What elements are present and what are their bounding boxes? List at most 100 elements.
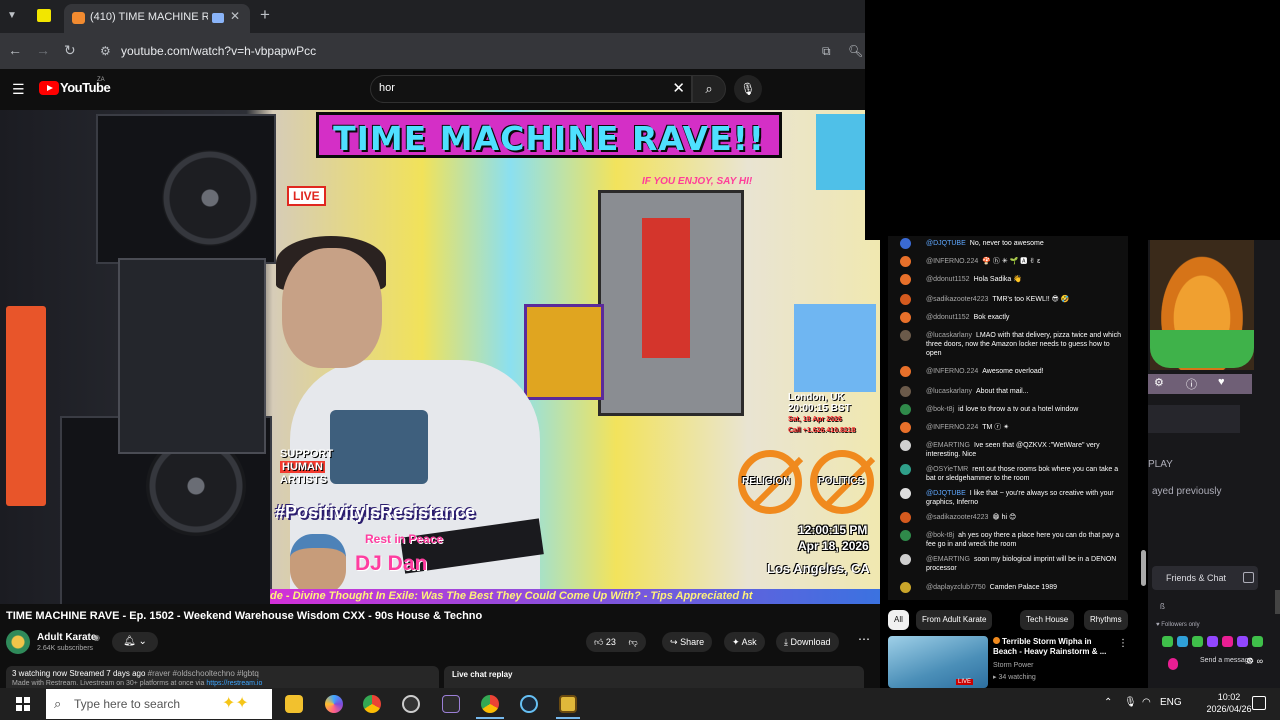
chat-avatar[interactable] bbox=[900, 274, 911, 285]
chip-all[interactable]: All bbox=[888, 610, 909, 630]
file-explorer-icon[interactable] bbox=[285, 695, 303, 713]
chat-avatar[interactable] bbox=[900, 256, 911, 267]
send-message-input[interactable]: Send a message ⚙ ∞ bbox=[1162, 654, 1272, 674]
chat-avatar[interactable] bbox=[900, 530, 911, 541]
restream-link[interactable]: https://restream.io bbox=[206, 680, 262, 687]
info-icon[interactable]: ⓘ bbox=[1186, 376, 1197, 392]
chat-username[interactable]: @sadikazooter4223 bbox=[926, 296, 988, 303]
chat-username[interactable]: @DJQTUBE bbox=[926, 490, 966, 497]
wifi-icon[interactable]: ◠ bbox=[1142, 697, 1151, 708]
chat-avatar[interactable] bbox=[900, 440, 911, 451]
recommended-channel[interactable]: Storm Power bbox=[993, 662, 1033, 669]
video-player[interactable]: TIME MACHINE RAVE!! LIVE IF YOU ENJOY, S… bbox=[0, 110, 880, 604]
gear-icon[interactable]: ⚙ bbox=[1154, 376, 1164, 389]
chat-scroll-thumb[interactable] bbox=[1141, 550, 1146, 586]
friends-chat-button[interactable]: Friends & Chat bbox=[1152, 566, 1258, 590]
description-box[interactable]: 3 watching now Streamed 7 days ago #rave… bbox=[6, 666, 439, 688]
chrome-active-icon[interactable] bbox=[481, 695, 499, 713]
back-arrow-icon[interactable]: ← bbox=[8, 42, 22, 58]
chip-tech-house[interactable]: Tech House bbox=[1020, 610, 1075, 630]
chat-avatar[interactable] bbox=[900, 464, 911, 475]
live-chat-list[interactable]: @DJQTUBE No, never too awesome @INFERNO.22… bbox=[888, 236, 1128, 600]
chat-username[interactable]: @EMARTING bbox=[926, 556, 970, 563]
voice-search-icon[interactable]: 🎙︎ bbox=[734, 75, 762, 103]
chat-settings-icon[interactable]: ⚙ ∞ bbox=[1246, 656, 1263, 667]
live-chat-replay-header[interactable]: Live chat replay bbox=[444, 666, 864, 688]
channel-name[interactable]: Adult Karate bbox=[37, 632, 96, 643]
chat-avatar[interactable] bbox=[900, 554, 911, 565]
chat-avatar[interactable] bbox=[900, 294, 911, 305]
emote-icon[interactable] bbox=[1207, 636, 1218, 647]
language-indicator[interactable]: ENG bbox=[1160, 697, 1182, 708]
chat-username[interactable]: @daplayzclub7750 bbox=[926, 584, 986, 591]
chat-username[interactable]: @bok-t8j bbox=[926, 406, 954, 413]
chat-avatar[interactable] bbox=[900, 488, 911, 499]
chat-username[interactable]: @DJQTUBE bbox=[926, 240, 966, 247]
chat-username[interactable]: @lucaskarlany bbox=[926, 388, 972, 395]
show-hidden-icons[interactable]: ⌃ bbox=[1104, 697, 1112, 708]
recommended-more-icon[interactable]: ⋮ bbox=[1118, 638, 1128, 649]
clock[interactable]: 10:02 2026/04/26 bbox=[1198, 691, 1260, 715]
emote-icon[interactable] bbox=[1237, 636, 1248, 647]
chat-avatar[interactable] bbox=[900, 582, 911, 593]
site-info-icon[interactable]: ⚙ bbox=[100, 44, 111, 58]
chat-avatar[interactable] bbox=[900, 404, 911, 415]
emote-icon[interactable] bbox=[1222, 636, 1233, 647]
like-button[interactable]: 👍︎ 23 👎︎ bbox=[586, 632, 646, 652]
notification-icon[interactable] bbox=[1252, 696, 1266, 710]
photos-icon[interactable] bbox=[325, 695, 343, 713]
window-scrollbar[interactable] bbox=[1275, 590, 1280, 614]
url-field[interactable]: ⚙ youtube.com/watch?v=h-vbpapwPcc ⧉ 🔍︎ bbox=[94, 38, 864, 64]
emote-icon[interactable] bbox=[1252, 636, 1263, 647]
folder-tab-icon[interactable] bbox=[37, 9, 51, 22]
tab-search-chevron-icon[interactable]: ▼ bbox=[4, 8, 20, 24]
tab-close-icon[interactable]: ✕ bbox=[230, 9, 240, 23]
more-actions-icon[interactable]: ⋯ bbox=[858, 632, 870, 646]
chat-username[interactable]: @ddonut1152 bbox=[926, 276, 970, 283]
microphone-tray-icon[interactable]: 🎙︎ bbox=[1124, 697, 1137, 708]
chat-username[interactable]: @OSYieTMR bbox=[926, 466, 968, 473]
desc-tags[interactable]: #raver #oldschooltechno #lgbtq bbox=[148, 669, 259, 678]
ask-button[interactable]: ✦ Ask bbox=[724, 632, 765, 652]
chat-username[interactable]: @INFERNO.224 bbox=[926, 424, 978, 431]
chat-username[interactable]: @INFERNO.224 bbox=[926, 368, 978, 375]
tab-youtube[interactable]: (410) TIME MACHINE RAVE ✕ bbox=[64, 4, 250, 33]
zoom-icon[interactable]: 🔍︎ bbox=[848, 44, 863, 58]
thumbs-down-icon[interactable]: 👎︎ bbox=[628, 637, 637, 647]
new-tab-button[interactable]: + bbox=[260, 5, 270, 25]
chat-avatar[interactable] bbox=[900, 312, 911, 323]
chat-avatar[interactable] bbox=[900, 330, 911, 341]
chat-avatar[interactable] bbox=[900, 422, 911, 433]
chat-username[interactable]: @lucaskarlany bbox=[926, 332, 972, 339]
emote-icon[interactable] bbox=[1162, 636, 1173, 647]
steam-icon[interactable] bbox=[520, 695, 538, 713]
channel-avatar[interactable] bbox=[6, 630, 30, 654]
obs-icon[interactable] bbox=[402, 695, 420, 713]
chat-username[interactable]: @INFERNO.224 bbox=[926, 258, 978, 265]
chat-avatar[interactable] bbox=[900, 366, 911, 377]
search-button[interactable]: ⌕ bbox=[692, 75, 726, 103]
microphone-icon[interactable] bbox=[1168, 658, 1178, 670]
forward-arrow-icon[interactable]: → bbox=[36, 42, 50, 58]
emote-icon[interactable] bbox=[1177, 636, 1188, 647]
chip-rhythms[interactable]: Rhythms bbox=[1084, 610, 1128, 630]
download-button[interactable]: ⤓ Download bbox=[776, 632, 839, 652]
chat-username[interactable]: @EMARTING bbox=[926, 442, 970, 449]
chat-avatar[interactable] bbox=[900, 238, 911, 249]
emote-icon[interactable] bbox=[1192, 636, 1203, 647]
chrome-icon[interactable] bbox=[363, 695, 381, 713]
youtube-logo-icon[interactable] bbox=[39, 81, 59, 95]
reload-icon[interactable]: ↻ bbox=[64, 42, 76, 59]
chat-username[interactable]: @ddonut1152 bbox=[926, 314, 970, 321]
search-input[interactable]: hor ✕ bbox=[370, 75, 692, 103]
chip-from-channel[interactable]: From Adult Karate bbox=[916, 610, 993, 630]
app-icon[interactable] bbox=[559, 695, 577, 713]
clear-search-icon[interactable]: ✕ bbox=[672, 79, 685, 97]
chat-avatar[interactable] bbox=[900, 386, 911, 397]
windows-start-icon[interactable] bbox=[16, 697, 30, 711]
menu-icon[interactable]: ☰ bbox=[12, 81, 25, 98]
recommended-title[interactable]: Terrible Storm Wipha in Beach - Heavy Ra… bbox=[993, 637, 1113, 657]
chat-username[interactable]: @sadikazooter4223 bbox=[926, 514, 988, 521]
taskbar-search[interactable]: ⌕ Type here to search ✦✦ bbox=[46, 689, 272, 719]
chat-username[interactable]: @bok-t8j bbox=[926, 532, 954, 539]
